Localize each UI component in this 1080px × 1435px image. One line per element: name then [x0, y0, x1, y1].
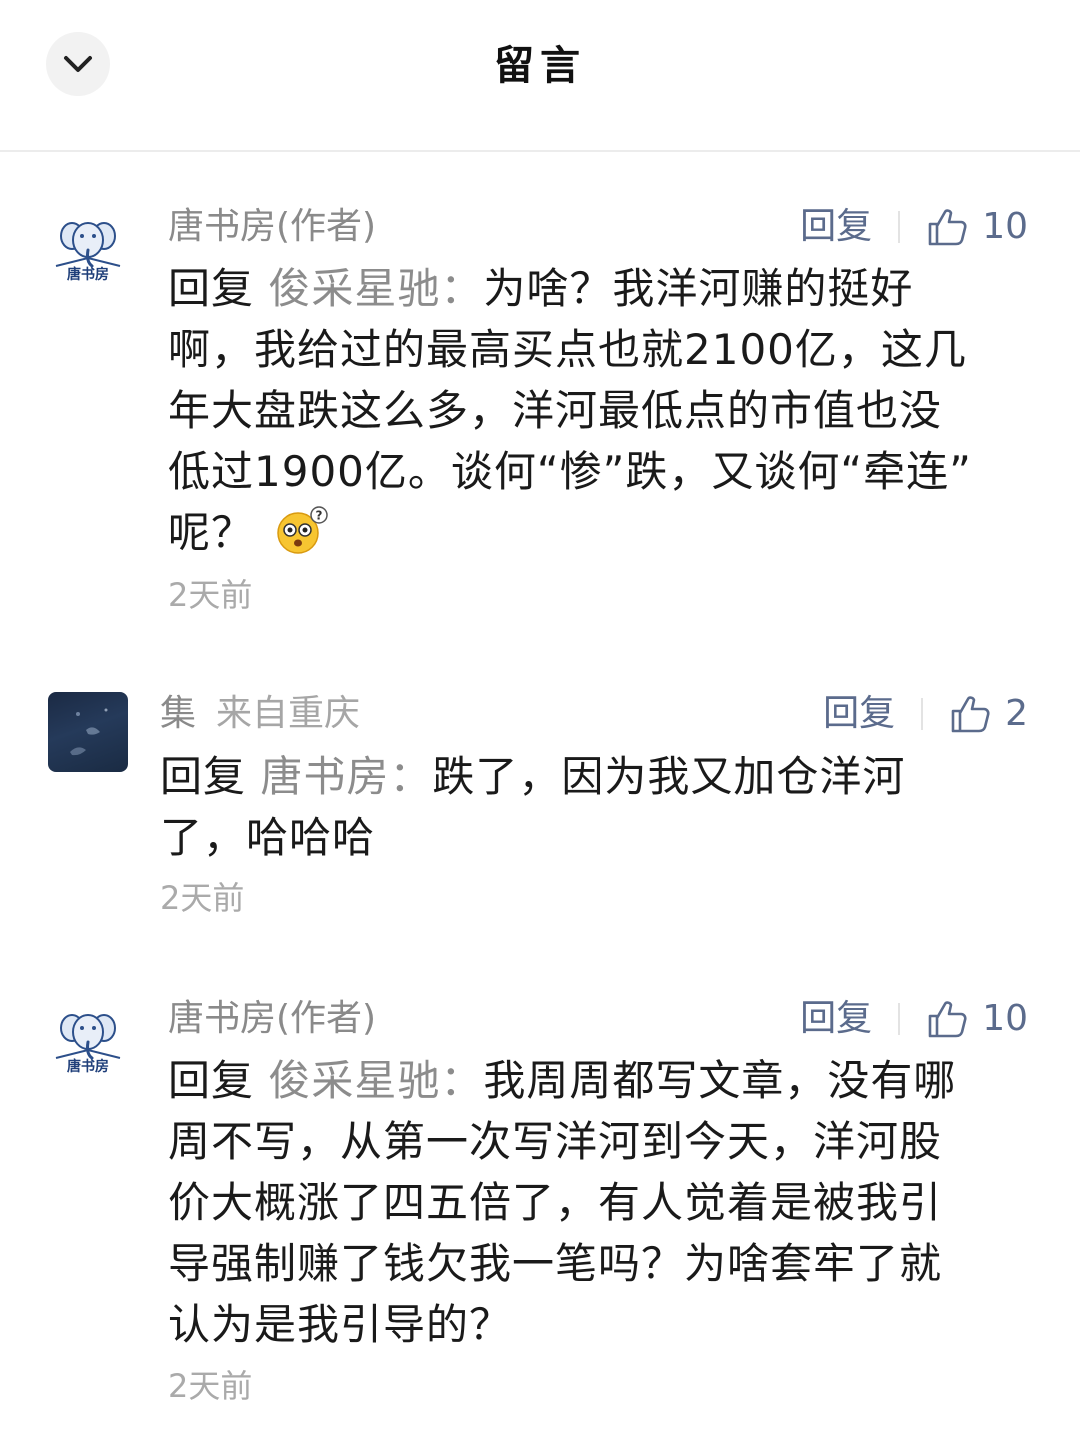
- comment-line-text: 跌了，因为我又加仓洋河: [432, 752, 906, 801]
- top-bar: 留言: [0, 0, 1080, 152]
- like-button[interactable]: 10: [926, 994, 1028, 1044]
- reply-prefix: 回复: [168, 1056, 255, 1105]
- like-count: 10: [982, 206, 1028, 247]
- comment-line: 年大盘跌这么多，洋河最低点的市值也没: [168, 386, 943, 435]
- comment-actions: 回复 2: [823, 689, 1028, 739]
- dizzy-face-emoji-icon: ?: [272, 505, 330, 571]
- author-name[interactable]: 唐书房(作者): [168, 994, 376, 1044]
- avatar[interactable]: 唐书房: [48, 206, 128, 286]
- like-button[interactable]: 10: [926, 202, 1028, 252]
- avatar[interactable]: 唐书房: [48, 998, 128, 1078]
- comment-line: 导强制赚了钱欠我一笔吗？为啥套牢了就: [168, 1239, 943, 1288]
- comment-line-text: 我周周都写文章，没有哪: [483, 1056, 957, 1105]
- avatar-label: 唐书房: [67, 267, 109, 283]
- comment-line: 回复 俊采星驰：我周周都写文章，没有哪: [168, 1050, 1038, 1111]
- avatar-photo-icon: [70, 708, 108, 756]
- reply-button[interactable]: 回复: [823, 689, 895, 739]
- reply-target[interactable]: 俊采星驰：: [268, 1056, 483, 1105]
- comment-line: 了，哈哈哈: [160, 813, 376, 862]
- author-name[interactable]: 集来自重庆: [160, 689, 360, 739]
- reply-target[interactable]: 唐书房：: [260, 752, 432, 801]
- divider: [898, 1003, 901, 1035]
- comment-line: 认为是我引导的？: [168, 1300, 513, 1349]
- comment-time: 2天前: [168, 576, 253, 614]
- thumbs-up-icon: [928, 209, 967, 246]
- like-button[interactable]: 2: [949, 689, 1028, 739]
- divider: [898, 211, 901, 243]
- comment-line: 回复 俊采星驰：为啥？我洋河赚的挺好: [168, 258, 1038, 319]
- divider: [921, 698, 924, 730]
- comment-line: 低过1900亿。谈何“惨”跌，又谈何“牵连”: [168, 447, 972, 496]
- svg-text:?: ?: [316, 509, 324, 523]
- comment-text: 回复 俊采星驰：为啥？我洋河赚的挺好 啊，我给过的最高买点也就2100亿，这几 …: [168, 258, 1038, 571]
- comment-line: 周不写，从第一次写洋河到今天，洋河股: [168, 1117, 943, 1166]
- like-count: 10: [982, 998, 1028, 1039]
- comment-time: 2天前: [168, 1367, 253, 1405]
- comment-text: 回复 俊采星驰：我周周都写文章，没有哪 周不写，从第一次写洋河到今天，洋河股 价…: [168, 1050, 1038, 1355]
- comment-line: 价大概涨了四五倍了，有人觉着是被我引: [168, 1178, 943, 1227]
- location-label: 来自重庆: [216, 693, 361, 734]
- reply-target[interactable]: 俊采星驰：: [268, 264, 483, 313]
- reply-button[interactable]: 回复: [800, 994, 872, 1044]
- comment-text: 回复 唐书房：跌了，因为我又加仓洋河 了，哈哈哈: [160, 746, 1038, 868]
- like-count: 2: [1005, 693, 1028, 734]
- author-name[interactable]: 唐书房(作者): [168, 202, 376, 252]
- reply-prefix: 回复: [160, 752, 247, 801]
- avatar-label: 唐书房: [67, 1059, 109, 1075]
- comment-line: 回复 唐书房：跌了，因为我又加仓洋河: [160, 746, 1038, 807]
- comment-time: 2天前: [160, 879, 245, 917]
- thumbs-up-icon: [928, 1001, 967, 1038]
- reply-prefix: 回复: [168, 264, 255, 313]
- comment-actions: 回复 10: [800, 994, 1028, 1044]
- comment-line: 啊，我给过的最高买点也就2100亿，这几: [168, 325, 967, 374]
- page-title: 留言: [494, 43, 586, 89]
- author-name-text: 集: [160, 693, 197, 734]
- comment-line-text: 呢？: [168, 508, 255, 557]
- comment-line: 呢？ ?: [168, 502, 1038, 571]
- comment-line-text: 为啥？我洋河赚的挺好: [483, 264, 914, 313]
- reply-button[interactable]: 回复: [800, 202, 872, 252]
- avatar[interactable]: [48, 692, 128, 772]
- comment-actions: 回复 10: [800, 202, 1028, 252]
- thumbs-up-icon: [951, 696, 990, 733]
